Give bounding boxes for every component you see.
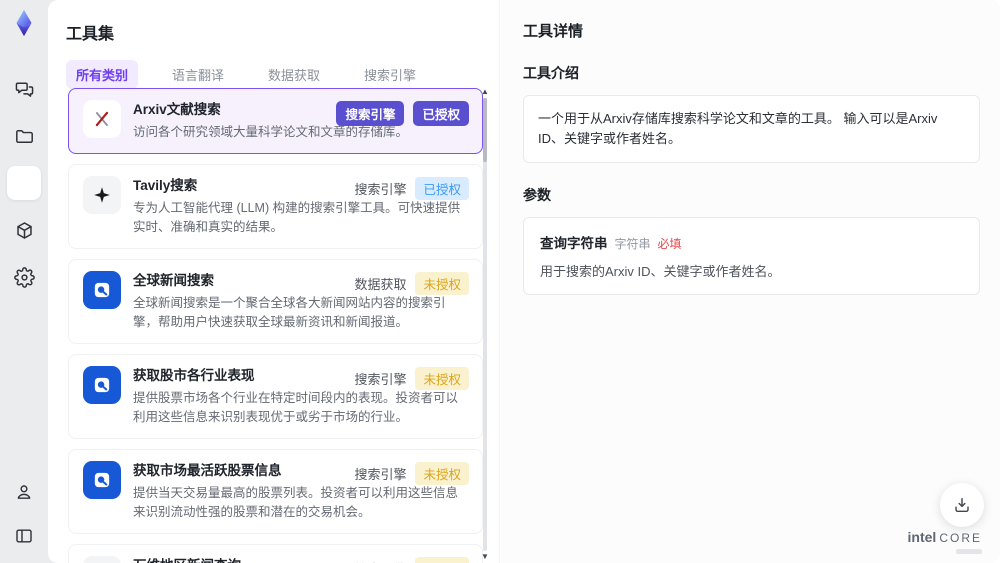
tool-category-tag: 数据获取 bbox=[354, 277, 407, 292]
sidebar-item-panel-toggle[interactable] bbox=[7, 519, 41, 553]
sidebar-item-folder[interactable] bbox=[7, 119, 41, 153]
tool-category-tag: 搜索引擎 bbox=[354, 372, 407, 387]
tool-description: 全球新闻搜索是一个聚合全球各大新闻网站内容的搜索引擎，帮助用户快速获取全球最新资… bbox=[133, 296, 446, 329]
tool-description: 提供股票市场各个行业在特定时间段内的表现。投资者可以利用这些信息来识别表现优于或… bbox=[133, 391, 459, 424]
tool-tags: 搜索引擎 未授权 bbox=[354, 367, 469, 390]
scrollbar-track[interactable] bbox=[483, 98, 487, 551]
params-heading: 参数 bbox=[523, 187, 551, 203]
sidebar-item-user[interactable] bbox=[7, 475, 41, 509]
tool-category-tag: 搜索引擎 bbox=[336, 101, 405, 126]
tool-tags: 搜索引擎 已授权 bbox=[354, 177, 469, 200]
tool-card[interactable]: Arxiv文献搜索 访问各个研究领域大量科学论文和文章的存储库。 搜索引擎 已授… bbox=[68, 88, 483, 154]
tool-card[interactable]: 获取股市各行业表现 提供股票市场各个行业在特定时间段内的表现。投资者可以利用这些… bbox=[68, 354, 483, 439]
intro-text-box: 一个用于从Arxiv存储库搜索科学论文和文章的工具。 输入可以是Arxiv ID… bbox=[523, 95, 980, 163]
arxiv-icon bbox=[83, 100, 121, 138]
app-logo[interactable] bbox=[9, 8, 39, 38]
tool-description: 提供当天交易量最高的股票列表。投资者可以利用这些信息来识别流动性强的股票和潜在的… bbox=[133, 486, 459, 519]
page-title: 工具集 bbox=[66, 26, 115, 43]
folder-icon bbox=[14, 126, 35, 147]
param-name: 查询字符串 bbox=[540, 236, 608, 251]
tool-list-panel: 工具集 所有类别 语言翻译 数据获取 搜索引擎 Arxiv文献搜索 访问各个研究领域大… bbox=[48, 0, 500, 563]
tool-tags: 搜索引擎 未授权 bbox=[354, 462, 469, 485]
param-header: 查询字符串 字符串 必填 bbox=[540, 232, 963, 252]
sidebar-item-toolbox[interactable] bbox=[7, 166, 41, 200]
sidebar-item-settings[interactable] bbox=[7, 260, 41, 294]
param-card: 查询字符串 字符串 必填 用于搜索的Arxiv ID、关键字或作者姓名。 bbox=[523, 217, 980, 295]
tab-0[interactable]: 所有类别 bbox=[66, 60, 139, 89]
tool-status-badge: 未授权 bbox=[415, 557, 469, 563]
tab-1[interactable]: 语言翻译 bbox=[162, 60, 234, 89]
tool-status-badge: 已授权 bbox=[413, 101, 469, 126]
detail-title: 工具详情 bbox=[523, 23, 584, 40]
tool-card[interactable]: 万维地区新闻查询 查询具体行政区划内的新闻，快速了解各地新闻动 搜索引擎 未授权 bbox=[68, 544, 483, 563]
intel-sub-badge bbox=[956, 549, 982, 554]
tab-3[interactable]: 搜索引擎 bbox=[354, 60, 426, 89]
tool-card[interactable]: 获取市场最活跃股票信息 提供当天交易量最高的股票列表。投资者可以利用这些信息来识… bbox=[68, 449, 483, 534]
scroll-down-icon[interactable]: ▼ bbox=[480, 553, 490, 561]
tavily-icon bbox=[83, 176, 121, 214]
core-wordmark: CORE bbox=[939, 531, 982, 545]
user-icon bbox=[14, 482, 34, 502]
tool-list: Arxiv文献搜索 访问各个研究领域大量科学论文和文章的存储库。 搜索引擎 已授… bbox=[68, 88, 483, 563]
param-description: 用于搜索的Arxiv ID、关键字或作者姓名。 bbox=[540, 264, 781, 279]
bluesq-icon bbox=[83, 366, 121, 404]
sidebar-item-chat[interactable] bbox=[7, 72, 41, 106]
sidebar-bottom bbox=[7, 475, 41, 553]
list-scrollbar[interactable]: ▲ ▼ bbox=[480, 88, 490, 561]
tool-description: 专为人工智能代理 (LLM) 构建的搜索引擎工具。可快速提供实时、准确和真实的结… bbox=[133, 201, 461, 234]
sidebar-nav bbox=[7, 72, 41, 294]
tool-status-badge: 已授权 bbox=[415, 177, 469, 200]
scrollbar-thumb[interactable] bbox=[483, 98, 487, 162]
bluesq-icon bbox=[83, 271, 121, 309]
tool-tags: 搜索引擎 已授权 bbox=[336, 101, 469, 126]
tool-category-tag: 搜索引擎 bbox=[354, 559, 406, 563]
toolbox-icon bbox=[14, 173, 35, 194]
tool-status-badge: 未授权 bbox=[415, 367, 469, 390]
scroll-up-icon[interactable]: ▲ bbox=[480, 88, 490, 96]
cube-icon bbox=[14, 220, 35, 241]
tool-status-badge: 未授权 bbox=[415, 462, 469, 485]
bluesq-icon bbox=[83, 461, 121, 499]
download-button[interactable] bbox=[940, 483, 984, 527]
left-sidebar bbox=[0, 0, 48, 563]
tool-tags: 数据获取 未授权 bbox=[354, 272, 469, 295]
tool-category-tag: 搜索引擎 bbox=[354, 467, 407, 482]
panel-toggle-icon bbox=[14, 526, 34, 546]
tool-category-tag: 搜索引擎 bbox=[354, 182, 407, 197]
tool-tags: 搜索引擎 未授权 bbox=[354, 557, 469, 563]
chat-icon bbox=[14, 79, 35, 100]
download-icon bbox=[952, 495, 972, 515]
newspaper-icon bbox=[83, 556, 121, 563]
tool-detail-panel: 工具详情 工具介绍 一个用于从Arxiv存储库搜索科学论文和文章的工具。 输入可… bbox=[501, 0, 1000, 563]
intro-heading: 工具介绍 bbox=[523, 65, 579, 81]
sidebar-item-cube[interactable] bbox=[7, 213, 41, 247]
category-tabs: 所有类别 语言翻译 数据获取 搜索引擎 bbox=[48, 44, 499, 89]
tool-status-badge: 未授权 bbox=[415, 272, 469, 295]
tab-2[interactable]: 数据获取 bbox=[258, 60, 330, 89]
intel-core-badge: intel CORE bbox=[908, 529, 982, 554]
tool-card[interactable]: Tavily搜索 专为人工智能代理 (LLM) 构建的搜索引擎工具。可快速提供实… bbox=[68, 164, 483, 249]
settings-icon bbox=[13, 266, 35, 288]
tool-card[interactable]: 全球新闻搜索 全球新闻搜索是一个聚合全球各大新闻网站内容的搜索引擎，帮助用户快速… bbox=[68, 259, 483, 344]
param-required-badge: 必填 bbox=[657, 237, 682, 251]
param-type: 字符串 bbox=[614, 237, 651, 251]
main-surface: 工具集 所有类别 语言翻译 数据获取 搜索引擎 Arxiv文献搜索 访问各个研究领域大… bbox=[48, 0, 1000, 563]
intel-wordmark: intel bbox=[907, 529, 937, 545]
